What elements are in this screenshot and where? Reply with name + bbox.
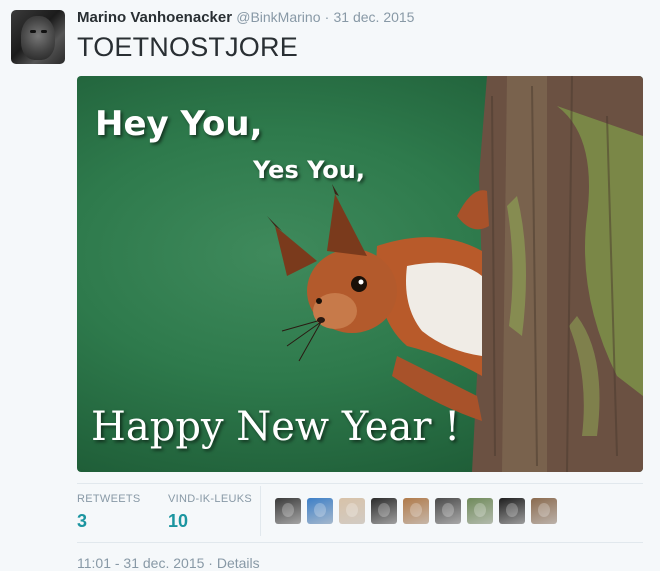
tweet-header: Marino Vanhoenacker @BinkMarino · 31 dec… bbox=[77, 9, 414, 26]
liker-avatar-5[interactable] bbox=[403, 498, 429, 524]
tweet-timestamp[interactable]: 11:01 - 31 dec. 2015 · Details bbox=[77, 555, 260, 571]
divider-bottom bbox=[77, 542, 643, 543]
tweet-date[interactable]: 31 dec. 2015 bbox=[334, 9, 415, 25]
liker-avatar-4[interactable] bbox=[371, 498, 397, 524]
author-name[interactable]: Marino Vanhoenacker bbox=[77, 9, 232, 26]
liker-avatar-7[interactable] bbox=[467, 498, 493, 524]
liker-avatar-3[interactable] bbox=[339, 498, 365, 524]
liker-avatar-1[interactable] bbox=[275, 498, 301, 524]
stats-separator bbox=[260, 486, 261, 536]
liker-silhouette bbox=[442, 503, 454, 517]
liker-silhouette bbox=[282, 503, 294, 517]
avatar-face bbox=[21, 16, 55, 60]
tweet-media-image[interactable]: Hey You, Yes You, Happy New Year ! bbox=[77, 76, 643, 472]
author-avatar[interactable] bbox=[11, 10, 65, 64]
liker-avatar-6[interactable] bbox=[435, 498, 461, 524]
liker-silhouette bbox=[314, 503, 326, 517]
avatar-eye-left bbox=[30, 30, 36, 33]
likes-stat[interactable]: VIND-IK-LEUKS 10 bbox=[168, 493, 252, 532]
liker-silhouette bbox=[346, 503, 358, 517]
retweets-stat[interactable]: RETWEETS 3 bbox=[77, 493, 141, 532]
liker-avatar-2[interactable] bbox=[307, 498, 333, 524]
caption-yes-you: Yes You, bbox=[253, 156, 365, 184]
liker-silhouette bbox=[378, 503, 390, 517]
liker-silhouette bbox=[538, 503, 550, 517]
caption-happy-new-year: Happy New Year ! bbox=[91, 404, 461, 450]
header-separator: · bbox=[324, 9, 330, 25]
avatar-eye-right bbox=[41, 30, 47, 33]
retweets-count: 3 bbox=[77, 511, 88, 531]
likes-label: VIND-IK-LEUKS bbox=[168, 493, 252, 505]
liker-avatar-9[interactable] bbox=[531, 498, 557, 524]
liker-avatar-8[interactable] bbox=[499, 498, 525, 524]
liker-silhouette bbox=[506, 503, 518, 517]
caption-hey-you: Hey You, bbox=[95, 104, 263, 144]
liker-silhouette bbox=[474, 503, 486, 517]
divider-top bbox=[77, 483, 643, 484]
likers-avatar-list bbox=[275, 498, 557, 524]
liker-silhouette bbox=[410, 503, 422, 517]
author-handle[interactable]: @BinkMarino bbox=[236, 9, 320, 25]
retweets-label: RETWEETS bbox=[77, 493, 141, 505]
likes-count: 10 bbox=[168, 511, 189, 531]
tweet-text: TOETNOSTJORE bbox=[77, 32, 298, 62]
